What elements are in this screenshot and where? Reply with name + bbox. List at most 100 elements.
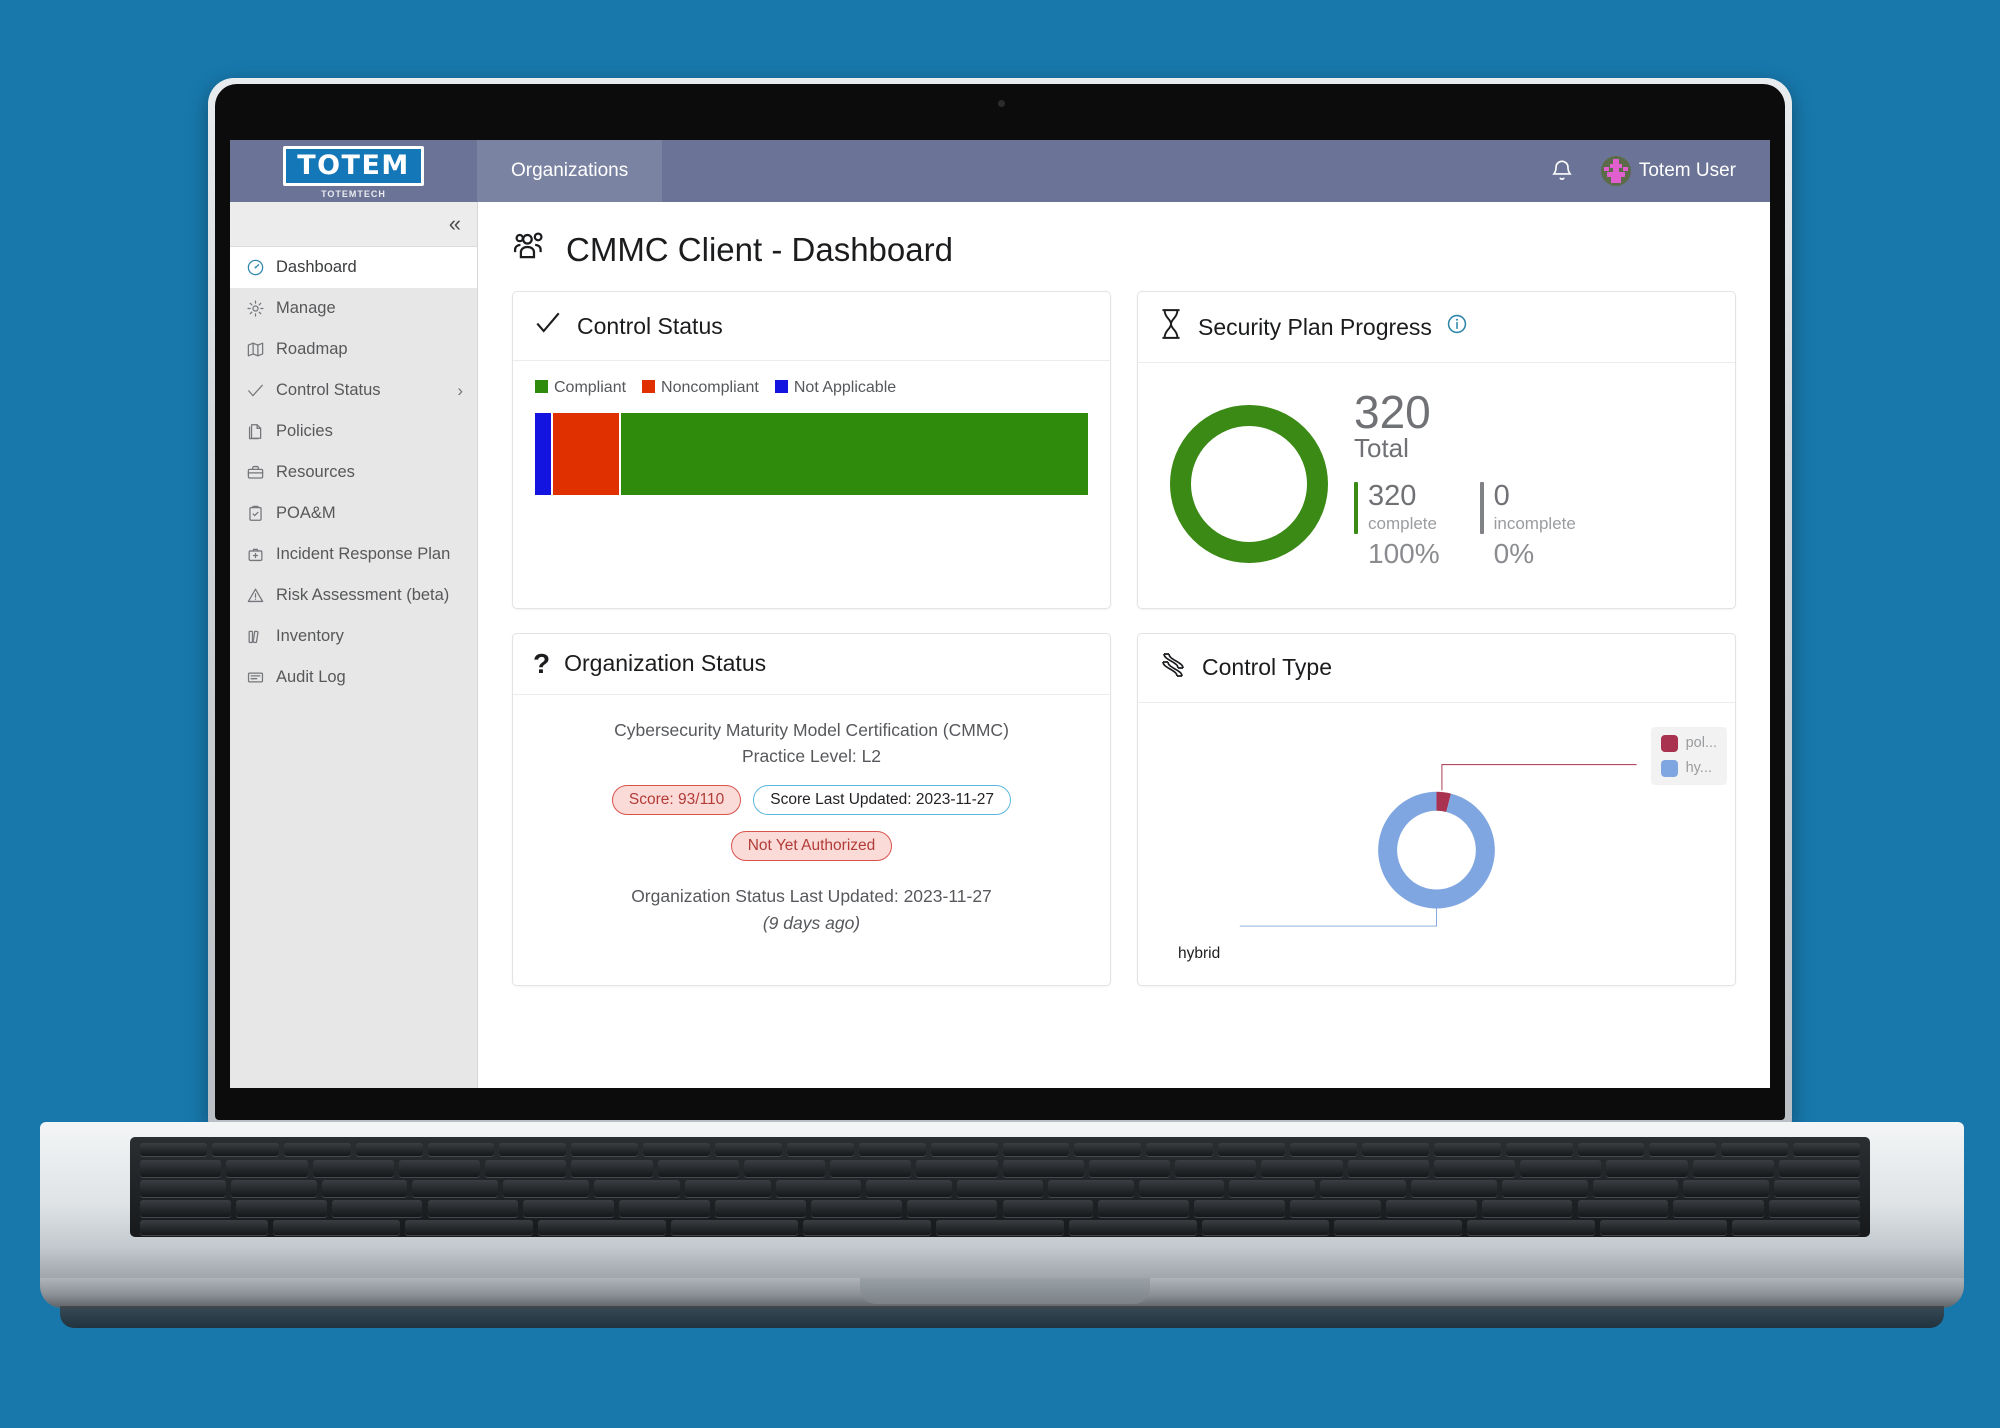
- keyboard-key: [499, 1143, 567, 1156]
- keyboard-key: [1433, 1160, 1515, 1177]
- control-type-legend-item[interactable]: pol...: [1660, 734, 1717, 752]
- legend-item-compliant[interactable]: Compliant: [535, 379, 626, 397]
- donut-slice-hybrid[interactable]: [1378, 791, 1495, 909]
- stat-complete: 320 complete 100%: [1354, 479, 1440, 570]
- legend-label: pol...: [1685, 735, 1717, 752]
- card-security-plan-header: Security Plan Progress: [1138, 292, 1735, 363]
- bar-segment-not-applicable[interactable]: [535, 413, 552, 495]
- sidebar-item-label: Risk Assessment (beta): [276, 586, 450, 604]
- keyboard-key: [1769, 1200, 1860, 1217]
- sidebar-item-audit-log[interactable]: Audit Log: [230, 657, 477, 698]
- keyboard-key: [1201, 1220, 1330, 1235]
- brand-logo[interactable]: TOTEM TOTEMTECH: [230, 140, 477, 202]
- control-type-legend-item[interactable]: hy...: [1660, 759, 1717, 777]
- app-body: « Dashboard Manage Roadmap Control Status › P…: [230, 202, 1770, 1088]
- keyboard-key: [1218, 1143, 1285, 1156]
- keyboard-key: [140, 1143, 207, 1156]
- logo-text: TOTEM: [297, 149, 410, 181]
- keyboard-key: [503, 1180, 589, 1197]
- sidebar-item-poa-m[interactable]: POA&M: [230, 493, 477, 534]
- practice-level: Practice Level: L2: [741, 746, 882, 767]
- keyboard-key: [272, 1220, 401, 1235]
- bar-segment-noncompliant[interactable]: [553, 413, 620, 495]
- leader-line-hybrid: [1239, 908, 1437, 927]
- sidebar-item-dashboard[interactable]: Dashboard: [230, 247, 477, 288]
- bar-segment-compliant[interactable]: [621, 413, 1088, 495]
- leader-line-policy: [1441, 764, 1637, 791]
- keyboard-key: [355, 1143, 423, 1156]
- card-control-type-title: Control Type: [1202, 654, 1332, 681]
- legend-swatch: [535, 380, 548, 393]
- control-type-legend[interactable]: pol... hy...: [1650, 726, 1727, 785]
- score-updated-badge[interactable]: Score Last Updated: 2023-11-27: [753, 785, 1012, 816]
- keyboard-key: [485, 1160, 567, 1177]
- sidebar-item-label: Incident Response Plan: [276, 545, 451, 563]
- keyboard-key: [906, 1200, 998, 1217]
- card-organization-status-header: ? Organization Status: [513, 634, 1110, 695]
- legend-swatch: [774, 380, 788, 393]
- keyboard-key: [226, 1160, 308, 1177]
- keyboard-key: [930, 1143, 998, 1156]
- authorization-badge[interactable]: Not Yet Authorized: [730, 831, 893, 862]
- legend-item-noncompliant[interactable]: Noncompliant: [642, 379, 759, 397]
- card-control-status: Control Status Compliant Noncompliant Not …: [512, 291, 1111, 609]
- keyboard-key: [1229, 1180, 1316, 1197]
- keyboard-key: [211, 1143, 279, 1156]
- keyboard-key: [140, 1180, 226, 1197]
- chevron-right-icon[interactable]: ›: [457, 381, 463, 401]
- keyboard-key: [1673, 1200, 1765, 1217]
- user-name: Totem User: [1638, 160, 1736, 181]
- sidebar-item-manage[interactable]: Manage: [230, 288, 477, 329]
- card-security-plan-body: 320 Total 320 complete 100% 0 incomplete…: [1138, 363, 1735, 608]
- first-aid-kit-icon: [246, 545, 265, 564]
- keyboard-key: [619, 1200, 710, 1217]
- sidebar-item-inventory[interactable]: Inventory: [230, 616, 477, 657]
- legend-item-not-applicable[interactable]: Not Applicable: [774, 379, 896, 397]
- sidebar-item-incident-response-plan[interactable]: Incident Response Plan: [230, 534, 477, 575]
- sidebar-item-policies[interactable]: Policies: [230, 411, 477, 452]
- bell-icon[interactable]: [1549, 158, 1575, 184]
- control-type-donut-chart[interactable]: [1138, 703, 1735, 985]
- score-badge[interactable]: Score: 93/110: [611, 785, 742, 816]
- sidebar-item-control-status[interactable]: Control Status ›: [230, 370, 477, 411]
- keyboard-key: [1692, 1160, 1774, 1177]
- keyboard-key: [957, 1180, 1043, 1197]
- total-value: 320: [1354, 386, 1431, 438]
- gear-icon: [246, 299, 265, 318]
- keyboard-key: [1592, 1180, 1679, 1197]
- keyboard-key: [571, 1160, 653, 1177]
- status-last-updated: Organization Status Last Updated: 2023-1…: [631, 886, 992, 907]
- keyboard-key: [1361, 1143, 1429, 1156]
- complete-value: 320: [1368, 479, 1417, 512]
- speedometer-icon: [246, 258, 265, 277]
- webcam-dot: [998, 100, 1005, 107]
- application-window: TOTEM TOTEMTECH Organizations Totem User…: [230, 140, 1770, 1088]
- status-relative-time: (9 days ago): [762, 912, 861, 933]
- control-status-stacked-bar[interactable]: [535, 413, 1088, 495]
- laptop-open-notch: [860, 1278, 1150, 1304]
- info-circle-icon[interactable]: [1446, 313, 1468, 341]
- framework-name: Cybersecurity Maturity Model Certificati…: [614, 719, 1009, 740]
- keyboard-key: [593, 1180, 680, 1197]
- document-icon: [246, 422, 265, 441]
- tab-organizations-label: Organizations: [511, 160, 629, 181]
- sidebar-item-label: Audit Log: [276, 668, 346, 686]
- keyboard-key: [312, 1160, 394, 1177]
- keyboard-key: [1290, 1143, 1357, 1156]
- sidebar-item-risk-assessment-beta[interactable]: Risk Assessment (beta): [230, 575, 477, 616]
- tab-organizations[interactable]: Organizations: [477, 140, 663, 202]
- keyboard-key: [1385, 1200, 1477, 1217]
- keyboard-key: [1778, 1160, 1860, 1177]
- keyboard-key: [1774, 1180, 1860, 1197]
- clipboard-check-icon: [246, 504, 265, 523]
- keyboard-key: [1793, 1143, 1860, 1156]
- logo-subtitle: TOTEMTECH: [321, 188, 386, 199]
- legend-label: Compliant: [554, 379, 627, 396]
- sidebar-item-roadmap[interactable]: Roadmap: [230, 329, 477, 370]
- keyboard-key: [830, 1160, 912, 1177]
- sidebar-item-resources[interactable]: Resources: [230, 452, 477, 493]
- user-menu[interactable]: Totem User: [1600, 156, 1736, 186]
- keyboard-key: [1347, 1160, 1429, 1177]
- sidebar-collapse-button[interactable]: «: [230, 202, 477, 247]
- avatar: [1600, 156, 1631, 186]
